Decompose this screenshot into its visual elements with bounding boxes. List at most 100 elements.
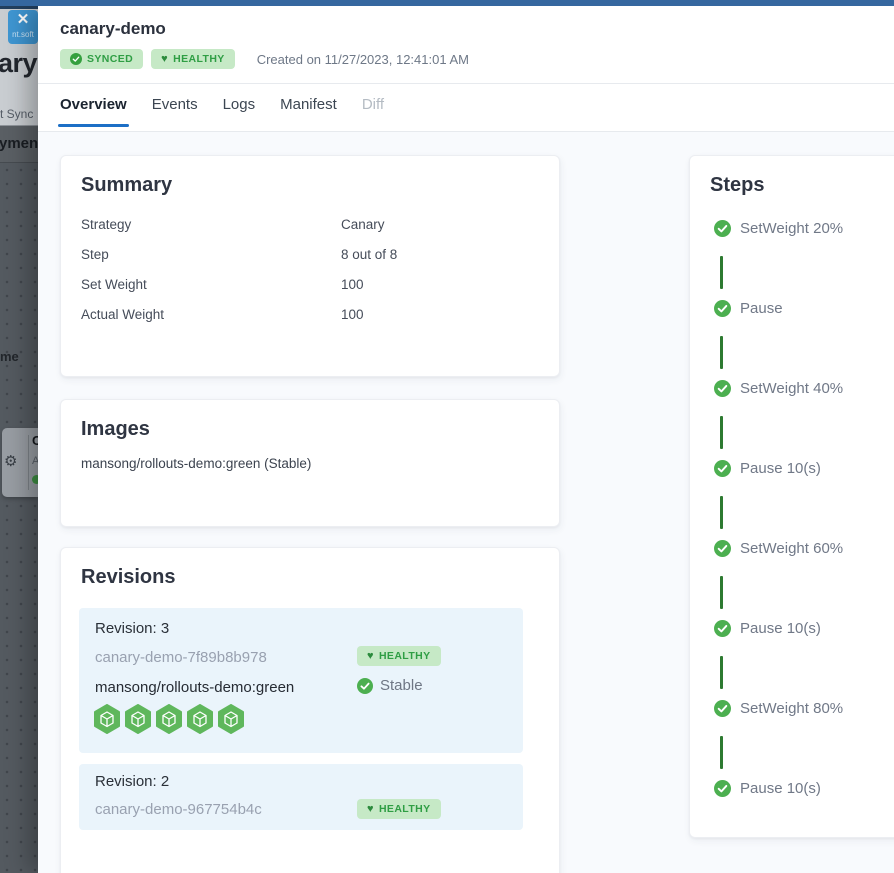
check-circle-icon [714,780,731,797]
background-deployment-fragment: ymen [0,135,38,152]
revision-health-badge: ♥ HEALTHY [357,799,441,819]
health-status-label: HEALTHY [173,53,225,65]
step-item: Pause [714,300,783,317]
health-status-badge: ♥ HEALTHY [151,49,235,69]
summary-row: Actual Weight 100 [81,307,539,327]
card-divider [28,435,29,490]
summary-row-label: Step [81,247,109,262]
step-connector [720,496,723,529]
step-item: SetWeight 20% [714,220,843,237]
check-circle-icon [714,700,731,717]
summary-row: Set Weight 100 [81,277,539,297]
summary-row-value: 100 [341,277,364,292]
images-card: Images mansong/rollouts-demo:green (Stab… [60,399,560,527]
step-item: Pause 10(s) [714,460,821,477]
step-item: Pause 10(s) [714,620,821,637]
check-circle-icon [70,53,82,65]
summary-title: Summary [81,174,172,197]
step-label: SetWeight 60% [740,540,843,557]
pod-list [93,704,245,734]
background-canvas-area: me [0,163,38,873]
revision-health-label: HEALTHY [379,803,431,815]
background-resource-card-fragment: ⚙ Ca Ap [2,428,38,497]
revision-row: Revision: 3 canary-demo-7f89b8b978 ♥ HEA… [79,608,523,753]
revisions-title: Revisions [81,566,175,589]
tab-diff: Diff [362,96,384,127]
revision-role: Stable [357,677,423,694]
app-top-bar [0,0,894,6]
check-circle-icon [357,678,373,694]
step-connector [720,416,723,449]
pod-icon[interactable] [186,704,214,734]
step-item: SetWeight 60% [714,540,843,557]
images-title: Images [81,418,150,441]
step-label: Pause 10(s) [740,620,821,637]
tab-logs[interactable]: Logs [223,96,256,127]
background-sync-fragment: t Sync [0,107,33,121]
revision-image: mansong/rollouts-demo:green [95,679,294,696]
revision-row: Revision: 2 canary-demo-967754b4c ♥ HEAL… [79,764,523,830]
summary-row: Step 8 out of 8 [81,247,539,267]
summary-row-value: 8 out of 8 [341,247,397,262]
tab-bar: Overview Events Logs Manifest Diff [60,96,384,127]
summary-row-value: 100 [341,307,364,322]
revision-label: Revision: 3 [95,620,169,637]
step-connector [720,336,723,369]
summary-row-label: Actual Weight [81,307,164,322]
status-badge-row: SYNCED ♥ HEALTHY Created on 11/27/2023, … [60,49,469,69]
summary-row-label: Strategy [81,217,131,232]
check-circle-icon [714,220,731,237]
pod-icon[interactable] [217,704,245,734]
check-circle-icon [714,620,731,637]
summary-row-value: Canary [341,217,385,232]
step-label: Pause [740,300,783,317]
background-name-header-fragment: me [0,349,19,364]
heart-icon: ♥ [161,54,168,64]
step-connector [720,256,723,289]
step-item: SetWeight 80% [714,700,843,717]
replicaset-name: canary-demo-7f89b8b978 [95,649,267,666]
step-label: SetWeight 40% [740,380,843,397]
step-connector [720,576,723,609]
step-connector [720,656,723,689]
step-label: SetWeight 20% [740,220,843,237]
image-item: mansong/rollouts-demo:green (Stable) [81,456,311,471]
revisions-card: Revisions Revision: 3 canary-demo-7f89b8… [60,547,560,873]
revision-health-label: HEALTHY [379,650,431,662]
sync-status-label: SYNCED [87,53,133,65]
background-app-title-fragment: ary- [0,48,38,79]
step-label: Pause 10(s) [740,460,821,477]
step-label: Pause 10(s) [740,780,821,797]
step-item: Pause 10(s) [714,780,821,797]
tab-overview[interactable]: Overview [60,96,127,127]
check-circle-icon [714,380,731,397]
summary-row-label: Set Weight [81,277,147,292]
pod-icon[interactable] [93,704,121,734]
step-connector [720,736,723,769]
steps-title: Steps [710,174,764,197]
summary-row: Strategy Canary [81,217,539,237]
gear-icon: ⚙ [4,452,17,470]
heart-icon: ♥ [367,804,374,814]
background-filter-row: ymen [0,125,38,163]
summary-card: Summary Strategy Canary Step 8 out of 8 … [60,155,560,377]
check-circle-icon [714,460,731,477]
tab-manifest[interactable]: Manifest [280,96,337,127]
created-timestamp: Created on 11/27/2023, 12:41:01 AM [257,52,469,67]
revision-role-label: Stable [380,677,423,694]
sync-status-badge: SYNCED [60,49,143,69]
page-title: canary-demo [60,19,166,39]
replicaset-name: canary-demo-967754b4c [95,801,262,818]
pod-icon[interactable] [155,704,183,734]
tab-events[interactable]: Events [152,96,198,127]
check-circle-icon [714,540,731,557]
pod-icon[interactable] [124,704,152,734]
steps-card: Steps SetWeight 20% Pause SetWeight 40% … [689,155,894,838]
header-divider [38,83,894,84]
revision-label: Revision: 2 [95,773,169,790]
close-panel-button[interactable]: ✕ nt.soft [8,10,38,44]
check-circle-icon [714,300,731,317]
overview-content: Summary Strategy Canary Step 8 out of 8 … [38,132,894,873]
rollout-details-panel: canary-demo SYNCED ♥ HEALTHY Created on … [38,6,894,873]
background-page-strip: ary- t Sync ymen me ⚙ Ca Ap ✕ nt.soft [0,0,38,873]
